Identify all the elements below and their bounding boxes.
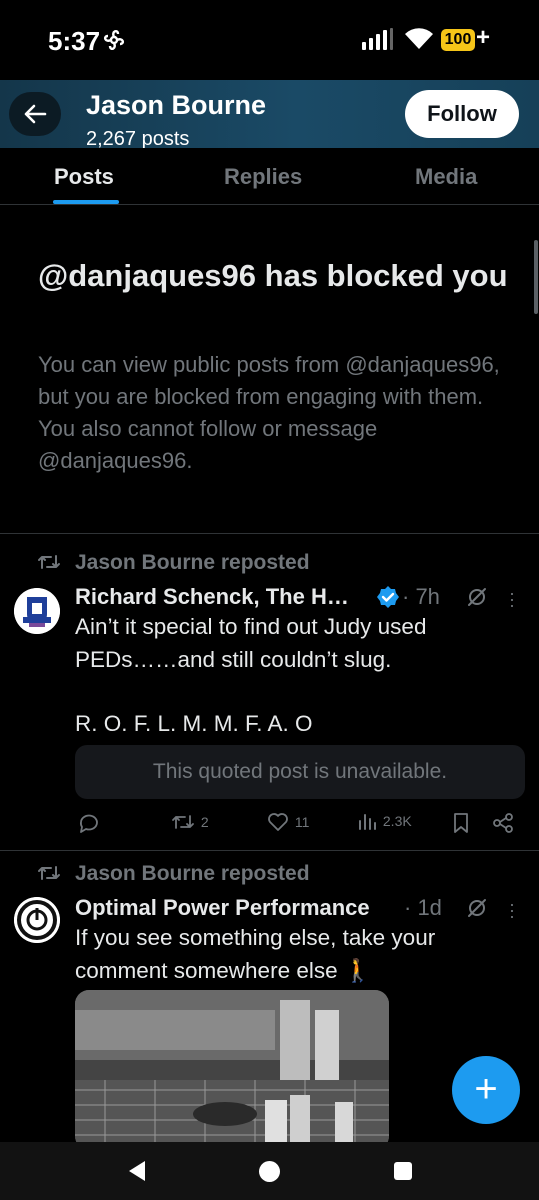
share-button[interactable] (492, 812, 514, 834)
nav-home-icon[interactable] (259, 1161, 280, 1182)
status-bar: 5:37 100 + (0, 0, 539, 80)
avatar-logo-icon (14, 897, 60, 943)
more-options-icon[interactable]: · · · (509, 895, 515, 925)
arrow-left-icon (24, 104, 47, 124)
system-nav-bar (0, 1142, 539, 1200)
back-button[interactable] (9, 92, 61, 136)
bookmark-icon (454, 813, 468, 833)
tab-replies[interactable]: Replies (224, 164, 302, 190)
quoted-post-unavailable: This quoted post is unavailable. (75, 745, 525, 799)
reply-icon (79, 814, 98, 833)
reply-button[interactable] (77, 812, 99, 834)
repost-count: 2 (200, 814, 209, 830)
status-time: 5:37 (48, 26, 101, 56)
post-text-line: PEDs……and still couldn’t slug. (75, 647, 392, 672)
avatar-logo-icon (14, 588, 60, 634)
views-icon (359, 814, 376, 831)
follow-button[interactable]: Follow (405, 90, 519, 138)
tab-posts[interactable]: Posts (54, 164, 114, 190)
pinwheel-icon (103, 29, 125, 51)
share-icon (493, 813, 513, 833)
baseball-photo (75, 990, 389, 1150)
profile-header: Jason Bourne 2,267 posts Follow (0, 80, 539, 148)
scrollbar[interactable] (534, 240, 538, 314)
post-text-line: comment somewhere else 🚶 (75, 958, 372, 983)
verified-badge-icon (377, 586, 399, 608)
post-text-line: Ain’t it special to find out Judy used (75, 614, 427, 639)
nav-recents-icon[interactable] (394, 1162, 412, 1180)
post-time: · 1d (404, 895, 442, 920)
views-button[interactable]: 2.3K (357, 812, 412, 831)
post-media-image[interactable] (75, 990, 389, 1150)
blocked-title: @danjaques96 has blocked you (38, 258, 508, 293)
battery-plus: + (476, 24, 491, 51)
post-actions: 2 11 2.3K (0, 812, 539, 840)
tab-media[interactable]: Media (415, 164, 477, 190)
active-tab-indicator (53, 200, 119, 204)
battery-indicator: 100 (441, 29, 475, 51)
repost-icon (38, 555, 60, 569)
compose-fab[interactable]: + (452, 1056, 520, 1124)
post-text-line: R. O. F. L. M. M. F. A. O (75, 711, 313, 736)
view-count: 2.3K (382, 813, 412, 830)
post-time: · 7h (402, 584, 440, 609)
post-text-line: If you see something else, take your (75, 925, 436, 950)
avatar[interactable] (14, 897, 60, 943)
divider (0, 850, 539, 851)
profile-name: Jason Bourne (86, 90, 267, 120)
signal-icon (362, 28, 393, 50)
post-count: 2,267 posts (86, 128, 190, 148)
post-author[interactable]: Optimal Power Performance (75, 895, 370, 921)
repost-label: Jason Bourne reposted (75, 551, 310, 574)
nav-back-icon[interactable] (127, 1160, 147, 1182)
repost-label: Jason Bourne reposted (75, 862, 310, 885)
profile-tabs: Posts Replies Media (0, 148, 539, 205)
grok-icon[interactable] (466, 897, 488, 919)
bookmark-button[interactable] (452, 812, 470, 834)
like-count: 11 (294, 814, 310, 830)
repost-button[interactable]: 2 (171, 812, 209, 832)
blocked-description: You can view public posts from @danjaque… (38, 352, 500, 473)
like-button[interactable]: 11 (267, 812, 309, 832)
more-options-icon[interactable]: · · · (509, 584, 515, 614)
grok-icon[interactable] (466, 586, 488, 608)
repost-icon (172, 815, 194, 829)
heart-icon (268, 813, 288, 831)
repost-icon (38, 866, 60, 880)
wifi-icon (405, 28, 433, 49)
post-author[interactable]: Richard Schenck, The H… (75, 584, 349, 610)
divider (0, 533, 539, 534)
avatar[interactable] (14, 588, 60, 634)
